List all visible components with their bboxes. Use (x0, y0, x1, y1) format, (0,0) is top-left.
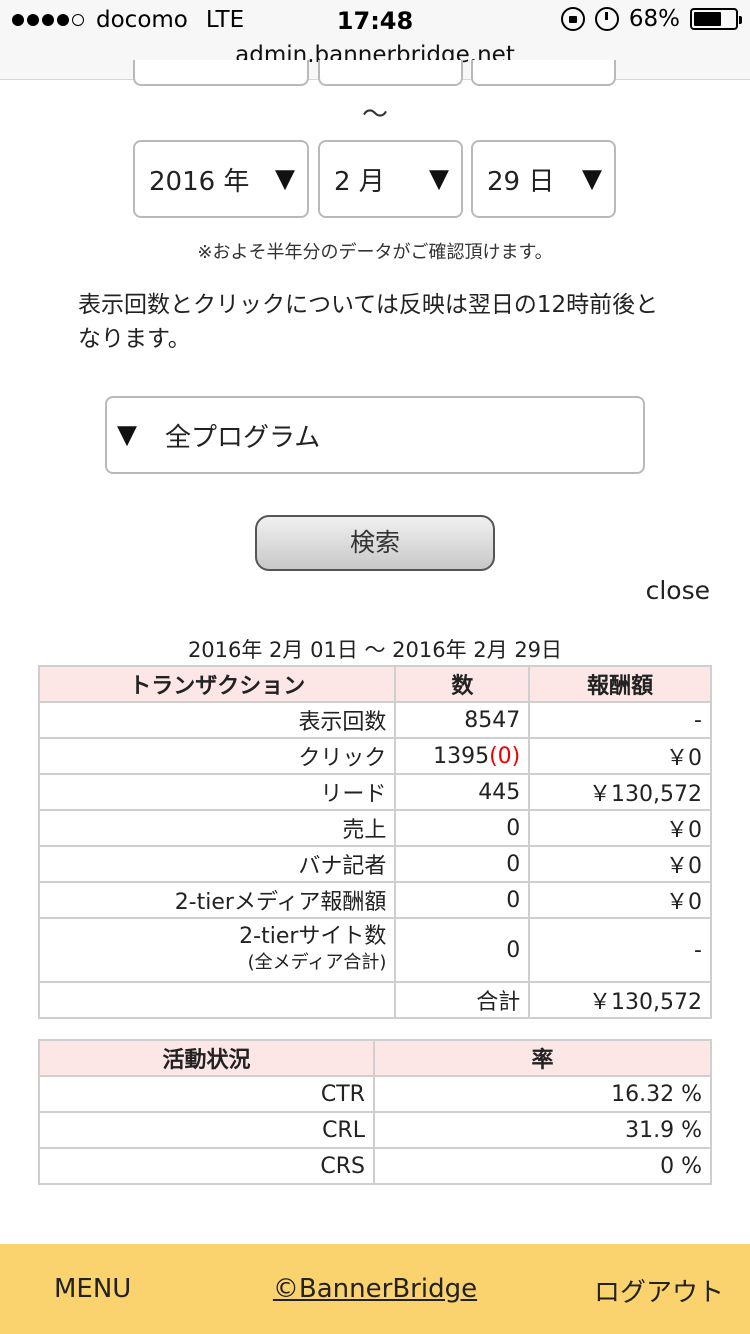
site-count-label: 2-tierサイト数 (239, 924, 387, 949)
table-row: リード 445 ￥130,572 (37, 773, 712, 811)
logout-button[interactable]: ログアウト (594, 1272, 724, 1309)
row-count: 0 (394, 881, 531, 919)
table-row: 売上 0 ￥0 (37, 809, 712, 847)
table-row: バナ記者 0 ￥0 (37, 845, 712, 883)
table-header-row: 活動状況 率 (38, 1039, 713, 1077)
row-count: 0 (394, 809, 531, 847)
end-month-select[interactable]: 2 月 ▼ (318, 140, 463, 218)
row-count: 8547 (394, 701, 531, 739)
search-button[interactable]: 検索 (255, 515, 495, 571)
end-year-value: 2016 年 (149, 166, 250, 197)
status-icons: 68% (560, 6, 742, 32)
table-row: CRS 0 % (38, 1147, 713, 1185)
row-label: 2-tierサイト数 (全メディア合計) (37, 917, 397, 983)
transactions-table: トランザクション 数 報酬額 表示回数 8547 - クリック 1395(0) … (37, 665, 712, 1019)
site-count-sublabel: (全メディア合計) (247, 952, 387, 973)
activity-table: 活動状況 率 CTR 16.32 % CRL 31.9 % CRS 0 % (38, 1039, 713, 1185)
close-link[interactable]: close (646, 576, 710, 605)
dropdown-arrow-icon: ▼ (582, 164, 602, 194)
metric-label: CRS (38, 1147, 375, 1185)
row-reward: - (528, 917, 712, 983)
metric-value: 16.32 % (372, 1075, 713, 1113)
range-separator: ～ (361, 100, 388, 130)
battery-icon (690, 8, 742, 30)
table-row: CTR 16.32 % (38, 1075, 713, 1113)
end-day-select[interactable]: 29 日 ▼ (471, 140, 616, 218)
row-label: リード (37, 773, 397, 811)
metric-label: CRL (38, 1111, 375, 1149)
row-label: バナ記者 (37, 845, 397, 883)
total-row: 合計 ￥130,572 (37, 981, 712, 1019)
invalid-click-count: (0) (489, 743, 521, 769)
row-label: 売上 (37, 809, 397, 847)
column-header: 率 (372, 1039, 713, 1077)
start-month-select[interactable] (318, 60, 463, 86)
table-header-row: トランザクション 数 報酬額 (37, 665, 712, 703)
row-count: 1395(0) (394, 737, 531, 775)
program-select-value: 全プログラム (165, 422, 321, 453)
column-header: 活動状況 (38, 1039, 375, 1077)
table-row: 2-tierサイト数 (全メディア合計) 0 - (37, 917, 712, 983)
row-count: 0 (394, 917, 531, 983)
metric-value: 31.9 % (372, 1111, 713, 1149)
row-label: 2-tierメディア報酬額 (37, 881, 397, 919)
row-reward: ￥0 (528, 845, 712, 883)
footer-bar: MENU ©BannerBridge ログアウト (0, 1244, 750, 1334)
status-bar: docomo LTE 17:48 68% (0, 0, 750, 40)
program-select[interactable]: ▼ 全プログラム (105, 396, 645, 474)
row-label (37, 981, 397, 1019)
end-year-select[interactable]: 2016 年 ▼ (133, 140, 309, 218)
table-row: 2-tierメディア報酬額 0 ￥0 (37, 881, 712, 919)
row-reward: ￥130,572 (528, 773, 712, 811)
table-row: CRL 31.9 % (38, 1111, 713, 1149)
row-reward: ￥0 (528, 737, 712, 775)
row-label: 表示回数 (37, 701, 397, 739)
date-range-label: 2016年 2月 01日 ～ 2016年 2月 29日 (187, 638, 563, 662)
click-count: 1395 (433, 743, 490, 769)
total-label: 合計 (394, 981, 531, 1019)
dropdown-arrow-icon: ▼ (275, 164, 295, 194)
table-row: クリック 1395(0) ￥0 (37, 737, 712, 775)
dropdown-arrow-icon: ▼ (117, 420, 137, 450)
alarm-icon (594, 7, 619, 31)
column-header: 報酬額 (528, 665, 712, 703)
end-month-value: 2 月 (334, 166, 385, 197)
row-reward: - (528, 701, 712, 739)
total-value: ￥130,572 (528, 981, 712, 1019)
rotation-lock-icon (560, 7, 585, 31)
battery-percent: 68% (628, 6, 680, 32)
column-header: トランザクション (37, 665, 397, 703)
row-count: 0 (394, 845, 531, 883)
column-header: 数 (394, 665, 531, 703)
end-day-value: 29 日 (487, 166, 555, 197)
row-label: クリック (37, 737, 397, 775)
data-period-note: ※およそ半年分のデータがご確認頂けます。 (197, 242, 553, 263)
row-count: 445 (394, 773, 531, 811)
start-day-select[interactable] (471, 60, 616, 86)
row-reward: ￥0 (528, 809, 712, 847)
table-row: 表示回数 8547 - (37, 701, 712, 739)
row-reward: ￥0 (528, 881, 712, 919)
metric-label: CTR (38, 1075, 375, 1113)
metric-value: 0 % (372, 1147, 713, 1185)
dropdown-arrow-icon: ▼ (429, 164, 449, 194)
reflection-info: 表示回数とクリックについては反映は翌日の12時前後となります。 (78, 292, 659, 352)
start-year-select[interactable] (133, 60, 309, 86)
